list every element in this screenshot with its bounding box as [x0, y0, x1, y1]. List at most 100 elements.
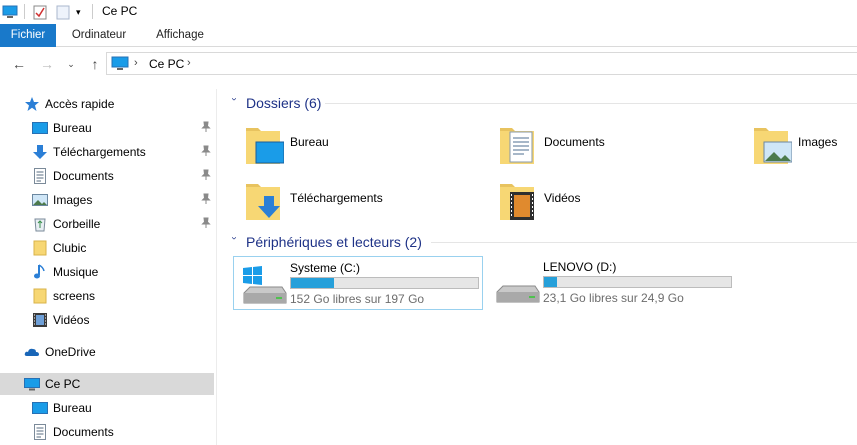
sidebar-item-quick-access[interactable]: Accès rapide — [0, 93, 214, 115]
sidebar-item-screens[interactable]: screens — [0, 285, 214, 307]
sidebar-item-telechargements[interactable]: Téléchargements — [0, 141, 214, 163]
tab-affichage[interactable]: Affichage — [142, 24, 218, 47]
cloud-icon — [24, 344, 40, 360]
folder-images[interactable]: Images — [742, 120, 857, 170]
title-bar: ▾ Ce PC — [0, 0, 857, 24]
sidebar-item-label: Vidéos — [53, 313, 90, 327]
usage-bar-fill — [291, 278, 334, 288]
recycle-bin-icon — [32, 216, 48, 232]
pin-icon[interactable] — [201, 217, 211, 229]
collapse-chevron-icon[interactable]: › — [229, 97, 240, 109]
ribbon-tabs: Fichier Ordinateur Affichage — [0, 24, 857, 47]
documents-folder-icon — [498, 122, 538, 164]
sidebar-item-pc-documents[interactable]: Documents — [0, 421, 214, 443]
address-bar[interactable]: › Ce PC › — [106, 52, 857, 75]
navigation-pane: Accès rapide Bureau Téléchargements Docu… — [0, 89, 217, 445]
documents-icon — [32, 424, 48, 440]
sidebar-item-label: Accès rapide — [45, 97, 115, 111]
folder-icon — [32, 240, 48, 256]
downloads-folder-icon — [244, 178, 284, 220]
sidebar-item-label: screens — [53, 289, 96, 303]
section-header-devices[interactable]: › Périphériques et lecteurs (2) — [222, 232, 857, 252]
folder-videos[interactable]: Vidéos — [488, 176, 738, 226]
usage-bar — [543, 276, 732, 288]
breadcrumb-this-pc[interactable]: Ce PC — [149, 57, 184, 71]
sidebar-item-label: Documents — [53, 425, 114, 439]
sidebar-item-documents[interactable]: Documents — [0, 165, 214, 187]
desktop-icon — [32, 120, 48, 136]
usage-bar — [290, 277, 479, 289]
drive-free-space: 152 Go libres sur 197 Go — [290, 292, 425, 306]
videos-icon — [32, 312, 48, 328]
collapse-chevron-icon[interactable]: › — [229, 236, 240, 248]
pin-icon[interactable] — [201, 145, 211, 157]
windows-drive-icon — [240, 263, 288, 307]
properties-icon[interactable] — [33, 3, 47, 21]
sidebar-item-label: Téléchargements — [53, 145, 146, 159]
sidebar-item-label: Clubic — [53, 241, 87, 255]
sidebar-item-videos[interactable]: Vidéos — [0, 309, 214, 331]
folder-label: Documents — [544, 135, 605, 149]
folder-label: Vidéos — [544, 191, 581, 205]
sidebar-item-label: Bureau — [53, 121, 92, 135]
documents-icon — [32, 168, 48, 184]
sidebar-item-musique[interactable]: Musique — [0, 261, 214, 283]
computer-icon — [2, 3, 18, 21]
images-icon — [32, 192, 48, 208]
breadcrumb-separator-icon[interactable]: › — [134, 57, 138, 69]
tab-fichier[interactable]: Fichier — [0, 24, 56, 47]
download-icon — [32, 144, 48, 160]
pin-icon[interactable] — [201, 169, 211, 181]
sidebar-item-onedrive[interactable]: OneDrive — [0, 341, 214, 363]
folder-documents[interactable]: Documents — [488, 120, 738, 170]
sidebar-item-pc-bureau[interactable]: Bureau — [0, 397, 214, 419]
this-pc-icon — [111, 56, 129, 74]
sidebar-item-clubic[interactable]: Clubic — [0, 237, 214, 259]
computer-icon — [24, 376, 40, 392]
sidebar-item-this-pc[interactable]: Ce PC — [0, 373, 214, 395]
new-folder-icon[interactable] — [56, 3, 70, 21]
drive-name: LENOVO (D:) — [543, 260, 617, 274]
section-title: Dossiers (6) — [246, 95, 322, 111]
sidebar-item-label: Musique — [53, 265, 99, 279]
folder-telechargements[interactable]: Téléchargements — [234, 176, 484, 226]
section-title: Périphériques et lecteurs (2) — [246, 234, 422, 250]
sidebar-item-label: Documents — [53, 169, 114, 183]
folder-bureau[interactable]: Bureau — [234, 120, 484, 170]
drive-free-space: 23,1 Go libres sur 24,9 Go — [543, 291, 684, 305]
section-header-folders[interactable]: › Dossiers (6) — [222, 93, 857, 113]
sidebar-item-label: Corbeille — [53, 217, 101, 231]
sidebar-item-label: OneDrive — [45, 345, 96, 359]
folder-label: Téléchargements — [290, 191, 383, 205]
star-icon — [24, 96, 40, 112]
up-arrow-icon[interactable]: ↑ — [87, 56, 103, 72]
pin-icon[interactable] — [201, 121, 211, 133]
hard-drive-icon — [493, 262, 541, 306]
drive-c[interactable]: Systeme (C:) 152 Go libres sur 197 Go — [233, 256, 483, 310]
drive-d[interactable]: LENOVO (D:) 23,1 Go libres sur 24,9 Go — [487, 256, 737, 310]
sidebar-item-images[interactable]: Images — [0, 189, 214, 211]
music-icon — [32, 264, 48, 280]
sidebar-item-bureau[interactable]: Bureau — [0, 117, 214, 139]
breadcrumb-separator-icon[interactable]: › — [187, 57, 191, 69]
navigation-bar: ← → ⌄ ↑ › Ce PC › — [0, 47, 857, 81]
section-divider — [431, 242, 857, 243]
tab-ordinateur[interactable]: Ordinateur — [58, 24, 140, 47]
section-divider — [325, 103, 857, 104]
usage-bar-fill — [544, 277, 558, 287]
folder-label: Bureau — [290, 135, 329, 149]
folder-icon — [32, 288, 48, 304]
back-arrow-icon[interactable]: ← — [11, 56, 27, 72]
videos-folder-icon — [498, 178, 538, 220]
pin-icon[interactable] — [201, 193, 211, 205]
forward-arrow-icon[interactable]: → — [39, 56, 55, 72]
customize-toolbar-icon[interactable]: ▾ — [76, 3, 81, 21]
images-folder-icon — [752, 122, 793, 164]
sidebar-item-label: Images — [53, 193, 93, 207]
sidebar-item-corbeille[interactable]: Corbeille — [0, 213, 214, 235]
drive-name: Systeme (C:) — [290, 261, 361, 275]
recent-locations-chevron-icon[interactable]: ⌄ — [63, 56, 79, 72]
folder-label: Images — [798, 135, 838, 149]
desktop-icon — [32, 400, 48, 416]
sidebar-item-label: Bureau — [53, 401, 92, 415]
